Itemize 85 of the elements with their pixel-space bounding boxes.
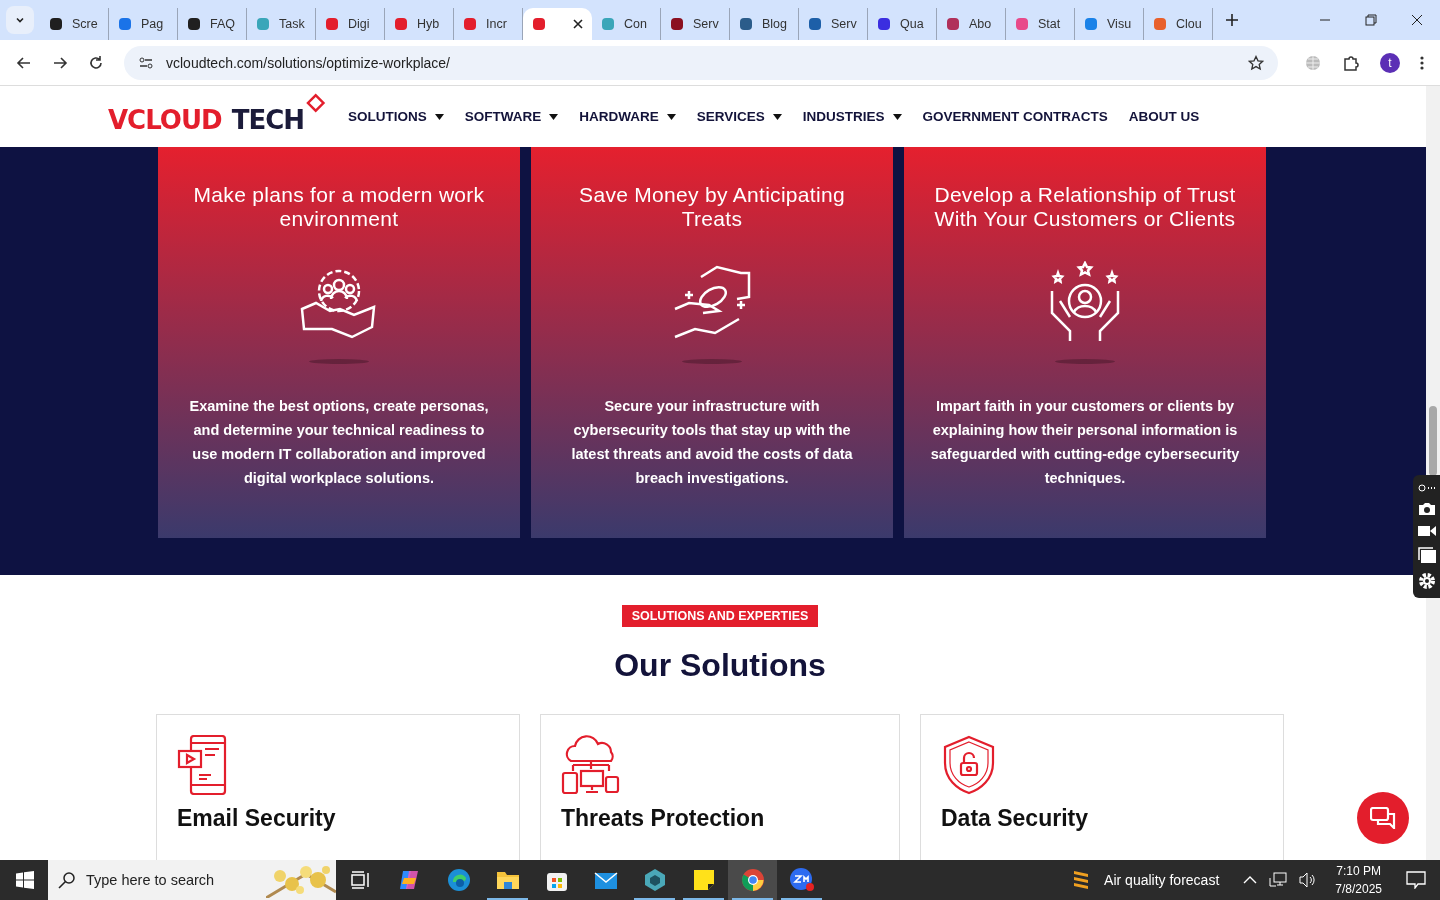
tab-title: Clou [1176, 17, 1202, 31]
nav-link[interactable]: SERVICES [696, 109, 782, 124]
close-icon[interactable] [572, 18, 584, 30]
folder-icon [495, 870, 520, 890]
tab-title: Blog [762, 17, 788, 31]
browser-tab[interactable] [523, 8, 592, 40]
tab-title: Serv [693, 17, 719, 31]
tab-title: Con [624, 17, 647, 31]
url-text: vcloudtech.com/solutions/optimize-workplace/ [166, 54, 450, 71]
clock-date[interactable]: 7/8/2025 [1335, 880, 1382, 898]
caret-icon [549, 113, 559, 120]
mobile-video-icon [177, 735, 229, 795]
clock-time[interactable]: 7:10 PM [1336, 862, 1381, 880]
card-text: Secure your infrastructure with cybersecurity tools that stay up with the latest threats and avoid the costs of data breach investigations. [570, 397, 854, 488]
site-settings-icon[interactable] [138, 54, 154, 71]
nav-link[interactable]: GOVERNMENT CONTRACTS [922, 109, 1108, 124]
notification-icon[interactable] [1406, 871, 1426, 889]
forward-icon[interactable] [52, 54, 68, 71]
chevron-up-icon[interactable] [1243, 875, 1258, 885]
tab-title: Abo [969, 17, 992, 31]
plus-icon [1225, 13, 1239, 27]
tab-title: Task [279, 17, 305, 31]
start-icon[interactable] [16, 871, 34, 889]
section-heading: Our Solutions [614, 647, 826, 684]
card-title: Develop a Relationship of Trust With Your Customers or Clients [933, 183, 1237, 231]
caret-icon [772, 113, 782, 120]
camera-icon[interactable] [1417, 501, 1436, 516]
chrome-icon [740, 868, 765, 892]
nav-link[interactable]: ABOUT US [1128, 109, 1200, 124]
sticky-note-icon [692, 869, 715, 891]
close-icon[interactable] [1411, 14, 1423, 26]
tab-title: Pag [141, 17, 164, 31]
caret-icon [892, 113, 902, 120]
network-icon[interactable] [1269, 872, 1288, 888]
hexagon-app-icon [642, 868, 667, 892]
video-camera-icon[interactable] [1417, 524, 1436, 539]
caret-icon [434, 113, 444, 120]
back-icon[interactable] [16, 54, 32, 71]
shield-lock-icon [941, 735, 997, 795]
window-icon[interactable] [1417, 547, 1436, 564]
tab-title: FAQ [210, 17, 235, 31]
extensions-icon[interactable] [1342, 53, 1360, 72]
taskbar-app[interactable] [728, 860, 777, 900]
tab-title: Visu [1107, 17, 1132, 31]
tab-title: Incr [486, 17, 507, 31]
reload-icon[interactable] [88, 54, 104, 71]
chat-icon [1370, 807, 1396, 829]
tab-title: Hyb [417, 17, 440, 31]
diamond-icon [304, 92, 326, 115]
search-icon [58, 871, 76, 889]
site-logo[interactable]: VCLOUD TECH [108, 92, 326, 135]
search-field[interactable]: Type here to search [86, 872, 256, 888]
tab-title: Qua [900, 17, 924, 31]
nav-link[interactable]: SOLUTIONS [348, 109, 444, 124]
card-title: Save Money by Anticipating Treats [578, 183, 846, 231]
solution-title: Data Security [941, 805, 1088, 832]
bookmark-star-icon[interactable] [1248, 54, 1264, 71]
tab-title: Digi [348, 17, 370, 31]
tab-title: Scre [72, 17, 98, 31]
cloud-devices-icon [561, 735, 621, 795]
settings-icon[interactable] [1417, 571, 1436, 590]
video-meeting-icon [788, 867, 815, 893]
weather-text[interactable]: Air quality forecast [1104, 872, 1220, 888]
task-view-icon [349, 870, 372, 890]
nav-link[interactable]: SOFTWARE [464, 109, 559, 124]
card-title: Make plans for a modern work environment [192, 183, 486, 231]
nav-link[interactable]: HARDWARE [579, 109, 676, 124]
scrollbar-thumb[interactable] [1429, 406, 1437, 476]
restore-icon[interactable] [1365, 14, 1377, 26]
menu-icon[interactable] [1420, 54, 1424, 71]
address-bar[interactable]: vcloudtech.com/solutions/optimize-workplace/ [124, 45, 1278, 80]
card-text: Impart faith in your customers or clients by explaining how their personal information is safeguarded with cutting-edge cybersecurity techniques. [930, 397, 1240, 488]
edge-icon [446, 868, 471, 892]
tab-title: Stat [1038, 17, 1061, 31]
section-badge: SOLUTIONS AND EXPERTIES [621, 605, 819, 627]
caret-icon [666, 113, 676, 120]
solution-title: Email Security [177, 805, 336, 832]
solution-title: Threats Protection [561, 805, 765, 832]
nav-link[interactable]: INDUSTRIES [802, 109, 902, 124]
card-text: Examine the best options, create personas, and determine your technical readiness to use modern IT collaboration and improved digital workplace solutions. [188, 397, 490, 488]
chat-button[interactable] [1357, 792, 1409, 844]
mail-icon [593, 870, 618, 890]
tab-title: Serv [831, 17, 857, 31]
profile-avatar[interactable]: t [1380, 52, 1400, 73]
volume-icon[interactable] [1299, 872, 1318, 888]
